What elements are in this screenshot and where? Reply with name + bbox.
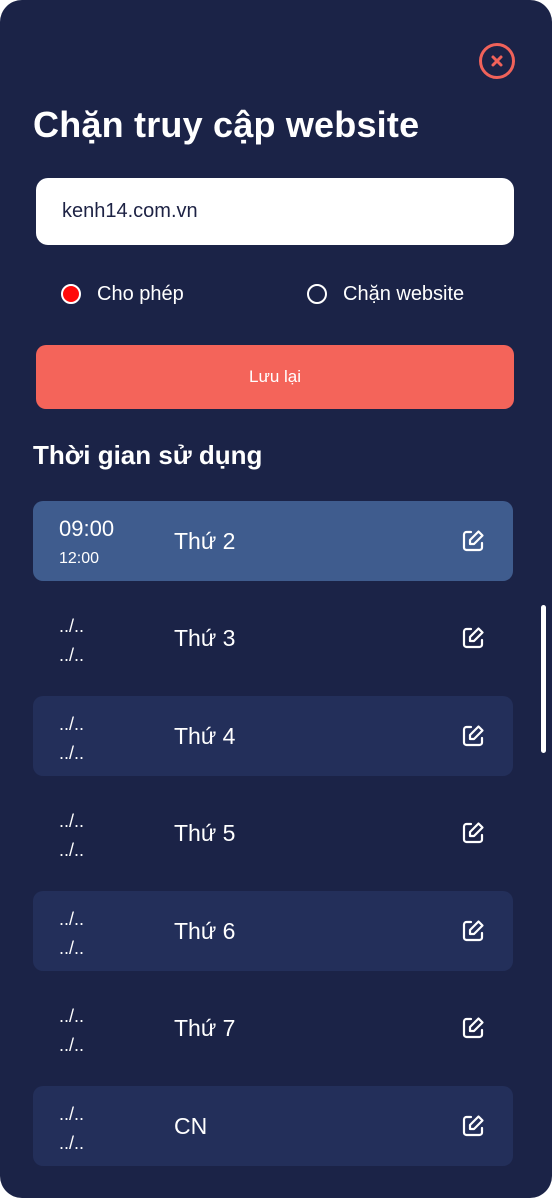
website-url-input[interactable] xyxy=(36,178,514,245)
schedule-day-label: CN xyxy=(174,1113,208,1139)
edit-icon[interactable] xyxy=(460,723,486,749)
schedule-end-time: ../.. xyxy=(59,1035,85,1055)
block-website-dialog: Chặn truy cập website Cho phép Chặn webs… xyxy=(0,0,552,1198)
radio-block[interactable]: Chặn website xyxy=(307,280,464,308)
radio-allow-label: Cho phép xyxy=(97,282,184,305)
schedule-end-time: ../.. xyxy=(59,645,85,665)
schedule-row-fri[interactable]: ../.. ../.. Thứ 6 xyxy=(33,891,513,971)
radio-allow-indicator xyxy=(61,284,81,304)
schedule-end-time: ../.. xyxy=(59,938,85,958)
schedule-end-time: ../.. xyxy=(59,743,85,763)
schedule-row-sun[interactable]: ../.. ../.. CN xyxy=(33,1086,513,1166)
schedule-row-sat[interactable]: ../.. ../.. Thứ 7 xyxy=(33,988,513,1068)
edit-icon[interactable] xyxy=(460,820,486,846)
schedule-day-label: Thứ 5 xyxy=(174,820,236,846)
dialog-title: Chặn truy cập website xyxy=(33,104,420,145)
scrollbar-thumb[interactable] xyxy=(541,605,546,753)
edit-icon[interactable] xyxy=(460,918,486,944)
edit-icon[interactable] xyxy=(460,1113,486,1139)
schedule-end-time: ../.. xyxy=(59,1133,85,1153)
schedule-start-time: ../.. xyxy=(59,811,85,831)
radio-block-label: Chặn website xyxy=(343,282,465,305)
save-button[interactable]: Lưu lại xyxy=(36,345,514,409)
close-button[interactable] xyxy=(479,43,515,79)
schedule-day-label: Thứ 7 xyxy=(174,1015,236,1041)
usage-time-heading: Thời gian sử dụng xyxy=(33,440,263,470)
schedule-row-mon[interactable]: 09:00 12:00 Thứ 2 xyxy=(33,501,513,581)
schedule-row-wed[interactable]: ../.. ../.. Thứ 4 xyxy=(33,696,513,776)
radio-block-indicator xyxy=(307,284,327,304)
schedule-end-time: 12:00 xyxy=(59,550,100,567)
close-icon xyxy=(491,55,503,67)
schedule-start-time: ../.. xyxy=(59,1006,85,1026)
schedule-start-time: ../.. xyxy=(59,714,85,734)
schedule-day-label: Thứ 6 xyxy=(174,918,236,944)
schedule-start-time: 09:00 xyxy=(59,516,115,541)
schedule-day-label: Thứ 2 xyxy=(174,528,236,554)
schedule-start-time: ../.. xyxy=(59,1104,85,1124)
schedule-start-time: ../.. xyxy=(59,616,85,636)
schedule-end-time: ../.. xyxy=(59,840,85,860)
schedule-day-label: Thứ 3 xyxy=(174,625,236,651)
schedule-row-tue[interactable]: ../.. ../.. Thứ 3 xyxy=(33,598,513,678)
schedule-start-time: ../.. xyxy=(59,909,85,929)
schedule-row-thu[interactable]: ../.. ../.. Thứ 5 xyxy=(33,793,513,873)
edit-icon[interactable] xyxy=(460,528,486,554)
edit-icon[interactable] xyxy=(460,1015,486,1041)
radio-allow[interactable]: Cho phép xyxy=(61,280,184,308)
edit-icon[interactable] xyxy=(460,625,486,651)
schedule-day-label: Thứ 4 xyxy=(174,723,236,749)
